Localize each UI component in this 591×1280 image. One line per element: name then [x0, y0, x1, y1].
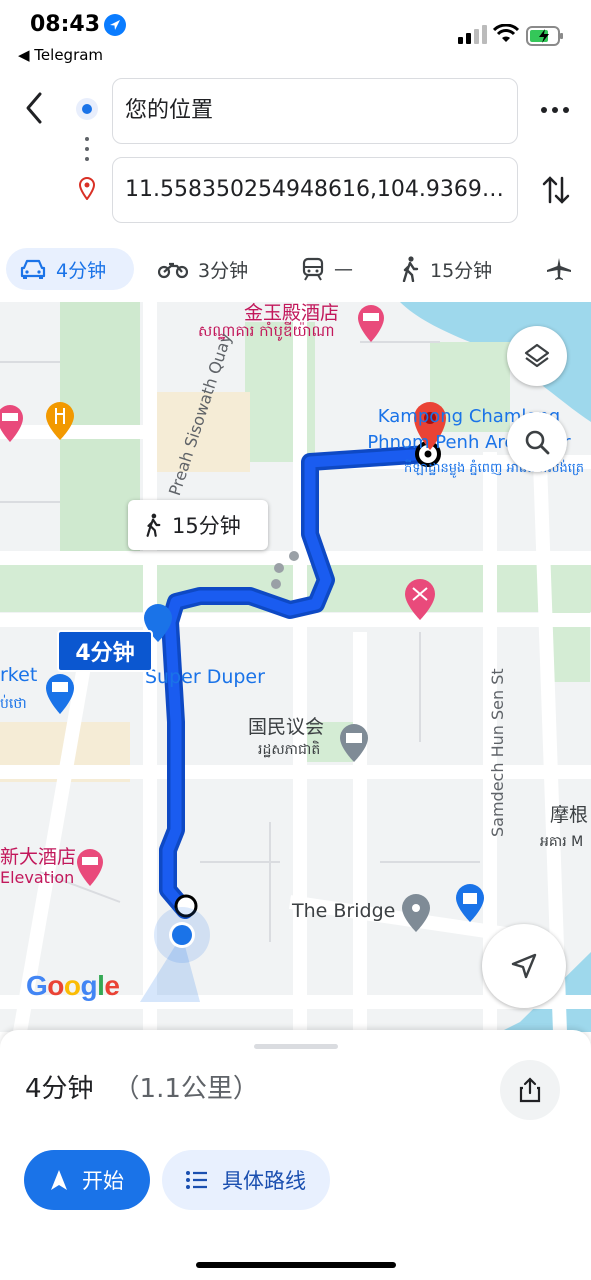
airplane-icon — [547, 258, 571, 280]
tab-walking[interactable]: 15分钟 — [400, 248, 492, 290]
train-icon — [302, 257, 324, 281]
walking-icon — [146, 513, 161, 537]
current-location-dot — [172, 925, 192, 945]
back-to-telegram-link[interactable]: ◀ Telegram — [18, 46, 103, 64]
motorcycle-icon — [158, 262, 188, 279]
hun-sen-street-label: Samdech Hun Sen St — [488, 668, 507, 837]
home-indicator — [196, 1262, 396, 1268]
destination-input[interactable]: 11.558350254948616,104.93693... — [112, 157, 518, 223]
tab-flights[interactable] — [546, 248, 582, 290]
travel-mode-tabs: 4分钟 3分钟 — 15分钟 — [0, 240, 591, 302]
origin-input[interactable]: 您的位置 — [112, 78, 518, 144]
route-connector-dots — [85, 137, 89, 161]
back-arrow-icon[interactable] — [18, 88, 54, 128]
cellular-signal-icon — [458, 25, 487, 44]
route-duration: 4分钟 — [25, 1074, 94, 1104]
steps-label: 具体路线 — [222, 1169, 306, 1193]
layers-button[interactable] — [507, 326, 567, 386]
navigation-arrow-icon — [511, 953, 537, 979]
market-label[interactable]: rket — [0, 664, 37, 686]
wifi-icon — [493, 24, 519, 42]
right-cn-label[interactable]: 摩根 — [550, 800, 588, 827]
share-button[interactable] — [500, 1060, 560, 1120]
national-assembly-km-label: រដ្ឋសភាជាតិ — [258, 742, 321, 758]
battery-charging-icon — [526, 26, 563, 46]
recenter-button[interactable] — [482, 924, 566, 1008]
route-bottom-sheet[interactable]: 4分钟 （1.1公里） 开始 具体路线 — [0, 1030, 591, 1280]
status-bar: 08:43 ◀ Telegram — [0, 0, 591, 70]
map-view[interactable]: 金玉殿酒店 សណ្ឋាគារ កាំបូឌីយ៉ាណា Preah Sisowa… — [0, 302, 591, 1032]
route-distance: （1.1公里） — [113, 1074, 259, 1104]
hotel-pin-left-bottom — [77, 849, 103, 886]
the-bridge-label[interactable]: The Bridge — [292, 900, 395, 922]
start-navigation-button[interactable]: 开始 — [24, 1150, 150, 1210]
walking-icon — [402, 256, 419, 282]
status-time: 08:43 — [30, 12, 101, 37]
elevation-label[interactable]: Elevation — [0, 868, 74, 887]
tab-driving[interactable]: 4分钟 — [6, 248, 134, 290]
car-icon — [20, 259, 46, 279]
right-km-label: អគារ M — [540, 834, 584, 850]
location-services-icon — [104, 14, 126, 36]
list-icon — [186, 1171, 207, 1189]
driving-route-bubble[interactable]: 4分钟 — [57, 630, 153, 672]
more-options-icon[interactable] — [538, 96, 572, 124]
walking-route-bubble[interactable]: 15分钟 — [128, 500, 268, 550]
route-summary: 4分钟 （1.1公里） — [25, 1068, 259, 1105]
swap-direction-icon[interactable] — [540, 172, 572, 208]
national-assembly-cn-label[interactable]: 国民议会 — [248, 712, 324, 739]
google-logo: Google — [26, 970, 120, 1001]
hotel-left-cn-label[interactable]: 新大酒店 — [0, 842, 76, 869]
hotel-pin-top — [358, 305, 384, 342]
transit-time: — — [334, 258, 353, 280]
walking-bubble-time: 15分钟 — [172, 514, 241, 538]
steps-button[interactable]: 具体路线 — [162, 1150, 330, 1210]
walking-time: 15分钟 — [430, 259, 493, 282]
search-along-route-button[interactable] — [507, 412, 567, 472]
driving-time: 4分钟 — [56, 259, 107, 282]
navigation-arrow-icon — [51, 1170, 67, 1190]
market-km-label: ប់ថោ — [0, 696, 27, 712]
shopping-pin — [456, 884, 484, 922]
destination-pin-icon — [78, 177, 96, 200]
origin-dot-icon — [76, 98, 98, 120]
share-icon — [519, 1077, 541, 1103]
layers-icon — [524, 343, 550, 368]
sheet-drag-handle[interactable] — [254, 1044, 338, 1049]
tab-transit[interactable]: — — [302, 248, 353, 290]
motorcycle-time: 3分钟 — [198, 259, 249, 282]
tab-motorcycle[interactable]: 3分钟 — [158, 248, 248, 290]
super-duper-label[interactable]: Super Duper — [145, 666, 265, 688]
start-label: 开始 — [82, 1169, 124, 1193]
search-icon — [525, 430, 550, 455]
